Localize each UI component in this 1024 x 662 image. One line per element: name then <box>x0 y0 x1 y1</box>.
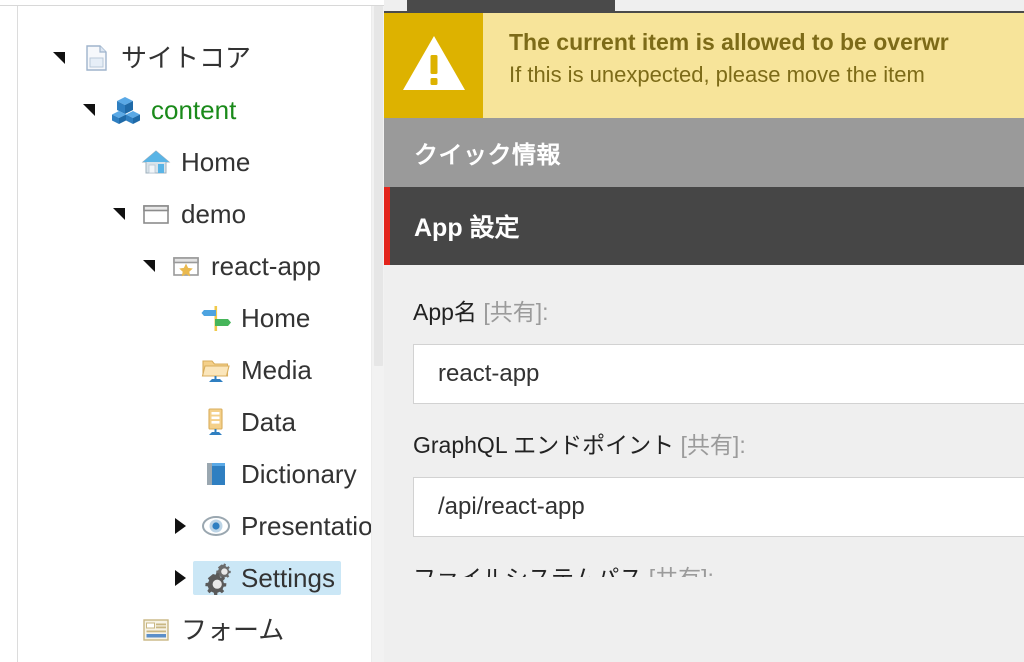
data-icon <box>199 405 233 439</box>
field-app-name: App名 [共有]: react-app <box>413 297 1024 404</box>
field-label-graphql-endpoint: GraphQL エンドポイント [共有]: <box>413 430 1024 460</box>
content-tree-panel: サイトコア content Home demo react-app Home Media Da… <box>0 0 384 662</box>
tree-item-presentation[interactable]: Presentation <box>19 500 371 552</box>
tree-scrollbar[interactable] <box>371 6 384 662</box>
field-label-text: GraphQL エンドポイント <box>413 432 681 458</box>
field-label-text: App名 <box>413 299 484 325</box>
tree-item-media[interactable]: Media <box>19 344 371 396</box>
tree-panel-left-gutter <box>0 6 18 662</box>
tree-item-hit[interactable]: Presentation <box>193 509 371 543</box>
tree-item-フォーム[interactable]: フォーム <box>19 604 371 656</box>
media-folder-icon <box>199 353 233 387</box>
section-title: App 設定 <box>414 214 520 242</box>
section-accent-bar <box>384 187 390 265</box>
tree-item-demo[interactable]: demo <box>19 188 371 240</box>
field-label-app-name: App名 [共有]: <box>413 297 1024 327</box>
chevron-right-icon[interactable] <box>167 552 193 604</box>
tree-item-label: content <box>151 95 237 125</box>
tree-item-hit[interactable]: Home <box>193 301 316 335</box>
warning-subtitle: If this is unexpected, please move the i… <box>509 62 925 87</box>
tree-item-label: Settings <box>241 563 335 593</box>
tree-item-label: Dictionary <box>241 459 357 489</box>
twisty-placeholder <box>107 136 133 188</box>
quick-info-section-header[interactable]: クイック情報 <box>384 118 1024 187</box>
signpost-icon <box>199 301 233 335</box>
tree-item-react-app[interactable]: react-app <box>19 240 371 292</box>
tabstrip-rule <box>384 11 1024 13</box>
house-icon <box>139 145 173 179</box>
star-window-icon <box>169 249 203 283</box>
content-tree: サイトコア content Home demo react-app Home Media Da… <box>19 6 371 662</box>
tree-item-label: Data <box>241 407 296 437</box>
item-editor-panel: The current item is allowed to be overwr… <box>384 0 1024 662</box>
tree-item-content[interactable]: content <box>19 84 371 136</box>
input-graphql-endpoint[interactable]: /api/react-app <box>413 477 1024 537</box>
warning-icon-box <box>384 13 483 118</box>
field-label-text: ファイルシステムパス <box>413 565 649 577</box>
input-app-name[interactable]: react-app <box>413 344 1024 404</box>
tree-item-hit[interactable]: Dictionary <box>193 457 363 491</box>
tree-item-hit[interactable]: Data <box>193 405 302 439</box>
overwrite-warning-banner: The current item is allowed to be overwr… <box>384 13 1024 118</box>
field-graphql-endpoint: GraphQL エンドポイント [共有]: /api/react-app <box>413 430 1024 537</box>
tree-item-label: Presentation <box>241 511 371 541</box>
gears-icon <box>199 561 233 595</box>
chevron-down-icon[interactable] <box>47 32 73 84</box>
tree-item-hit[interactable]: フォーム <box>133 613 290 647</box>
field-shared-tag: [共有]: <box>680 432 746 458</box>
window-icon <box>139 197 173 231</box>
tree-item-label: Home <box>181 147 251 177</box>
tree-item-hit[interactable]: Home <box>133 145 256 179</box>
tree-item-label: Home <box>241 303 311 333</box>
app-settings-section-header[interactable]: App 設定 <box>384 187 1024 265</box>
field-list: App名 [共有]: react-app GraphQL エンドポイント [共有]:… <box>384 265 1024 662</box>
tree-item-label: Media <box>241 355 312 385</box>
cubes-icon <box>109 93 143 127</box>
tree-item-hit[interactable]: react-app <box>163 249 327 283</box>
tree-item-label: demo <box>181 199 247 229</box>
tree-item-home[interactable]: Home <box>19 136 371 188</box>
tree-item-label: react-app <box>211 251 321 281</box>
chevron-down-icon[interactable] <box>137 240 163 292</box>
tree-item-hit[interactable]: Settings <box>193 561 341 595</box>
field-shared-tag: [共有]: <box>649 565 714 577</box>
warning-title: The current item is allowed to be overwr <box>509 29 949 55</box>
sitecore-content-editor: サイトコア content Home demo react-app Home Media Da… <box>0 0 1024 662</box>
field-shared-tag: [共有]: <box>483 299 549 325</box>
chevron-right-icon[interactable] <box>167 500 193 552</box>
tree-item-hit[interactable]: demo <box>133 197 252 231</box>
tree-item-dictionary[interactable]: Dictionary <box>19 448 371 500</box>
chevron-down-icon[interactable] <box>107 188 133 240</box>
tree-item-サイトコア[interactable]: サイトコア <box>19 32 371 84</box>
twisty-placeholder <box>107 604 133 656</box>
warning-text: The current item is allowed to be overwr… <box>483 13 1024 118</box>
tab-content-active[interactable] <box>407 0 615 11</box>
book-icon <box>199 457 233 491</box>
tree-item-label: サイトコア <box>121 43 252 73</box>
tree-item-data[interactable]: Data <box>19 396 371 448</box>
chevron-down-icon[interactable] <box>77 84 103 136</box>
quick-info-title: クイック情報 <box>414 142 561 169</box>
field-label-filesystem-path: ファイルシステムパス [共有]: <box>413 563 1024 577</box>
twisty-placeholder <box>167 292 193 344</box>
warning-triangle-icon <box>401 33 467 98</box>
tree-item-hit[interactable]: Media <box>193 353 318 387</box>
tree-item-label: フォーム <box>181 615 285 645</box>
twisty-placeholder <box>167 448 193 500</box>
tree-item-home[interactable]: Home <box>19 292 371 344</box>
editor-tabstrip <box>384 0 1024 13</box>
tree-scrollbar-thumb[interactable] <box>374 6 383 366</box>
form-icon <box>139 613 173 647</box>
twisty-placeholder <box>167 396 193 448</box>
twisty-placeholder <box>167 344 193 396</box>
content-tree-list: サイトコア content Home demo react-app Home Media Da… <box>19 6 371 656</box>
tree-item-hit[interactable]: content <box>103 93 242 127</box>
tree-item-hit[interactable]: サイトコア <box>73 41 257 75</box>
eye-icon <box>199 509 233 543</box>
document-icon <box>79 41 113 75</box>
tree-item-settings[interactable]: Settings <box>19 552 371 604</box>
